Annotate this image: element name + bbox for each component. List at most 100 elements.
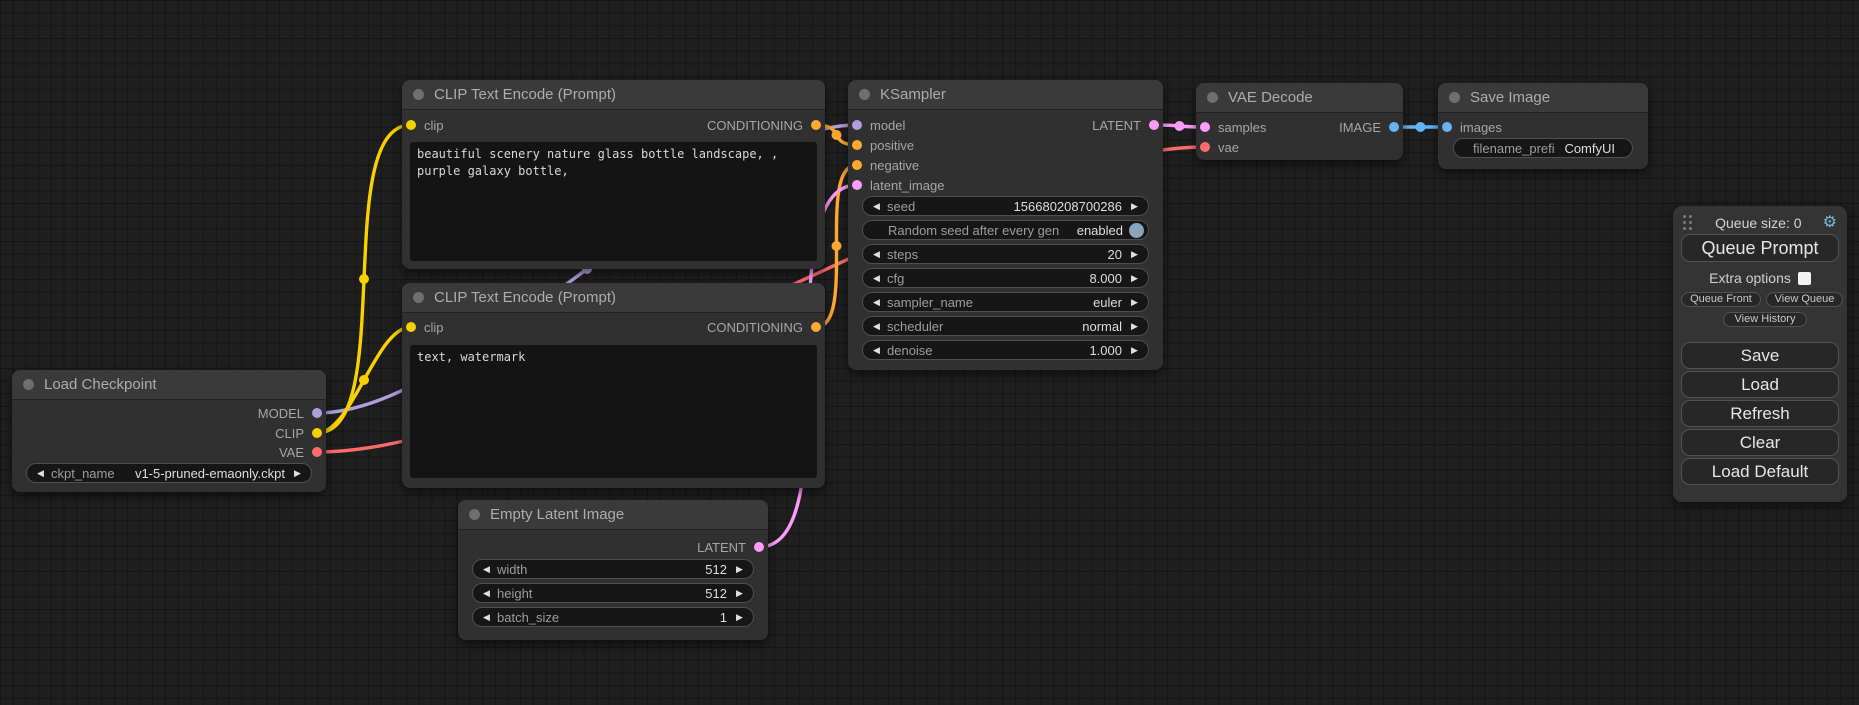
refresh-button[interactable]: Refresh — [1681, 400, 1839, 427]
widget-steps[interactable]: ◀ steps 20 ▶ — [862, 244, 1149, 264]
widget-scheduler[interactable]: ◀ scheduler normal ▶ — [862, 316, 1149, 336]
input-slot-positive: positive — [852, 135, 914, 155]
combo-prev-icon[interactable]: ◀ — [480, 613, 493, 622]
collapse-dot-icon[interactable] — [23, 379, 34, 390]
combo-prev-icon[interactable]: ◀ — [34, 469, 47, 478]
node-empty-latent-image[interactable]: Empty Latent Image LATENT ◀ width 512 ▶ … — [458, 500, 768, 640]
widget-height[interactable]: ◀ height 512 ▶ — [472, 583, 754, 603]
prompt-text-area[interactable]: beautiful scenery nature glass bottle la… — [410, 142, 817, 261]
widget-width[interactable]: ◀ width 512 ▶ — [472, 559, 754, 579]
combo-next-icon[interactable]: ▶ — [1128, 346, 1141, 355]
node-clip-text-encode-positive[interactable]: CLIP Text Encode (Prompt) clip CONDITION… — [402, 80, 825, 269]
node-header[interactable]: Save Image — [1438, 83, 1648, 113]
collapse-dot-icon[interactable] — [469, 509, 480, 520]
combo-prev-icon[interactable]: ◀ — [870, 202, 883, 211]
combo-prev-icon[interactable]: ◀ — [870, 250, 883, 259]
queue-prompt-button[interactable]: Queue Prompt — [1681, 234, 1839, 262]
node-header[interactable]: Empty Latent Image — [458, 500, 768, 530]
node-header[interactable]: Load Checkpoint — [12, 370, 326, 400]
input-dot-images[interactable] — [1442, 122, 1452, 132]
output-slot-conditioning: CONDITIONING — [707, 317, 821, 337]
node-header[interactable]: CLIP Text Encode (Prompt) — [402, 283, 825, 313]
combo-next-icon[interactable]: ▶ — [1128, 202, 1141, 211]
widget-random-seed-toggle[interactable]: Random seed after every gen enabled — [862, 220, 1149, 240]
widget-filename-prefix[interactable]: filename_prefix ComfyUI — [1453, 138, 1633, 158]
output-dot-vae[interactable] — [312, 447, 322, 457]
link-midpoint-dot[interactable] — [832, 130, 842, 140]
input-dot-clip[interactable] — [406, 120, 416, 130]
input-dot-clip[interactable] — [406, 322, 416, 332]
link-midpoint-dot[interactable] — [1416, 122, 1426, 132]
prompt-text-area[interactable]: text, watermark — [410, 345, 817, 478]
queue-panel: Queue size: 0 ⚙ Queue Prompt Extra optio… — [1673, 206, 1847, 502]
widget-label: scheduler — [887, 319, 1072, 334]
collapse-dot-icon[interactable] — [413, 292, 424, 303]
output-dot-model[interactable] — [312, 408, 322, 418]
input-slot-label: samples — [1218, 120, 1266, 135]
settings-gear-icon[interactable]: ⚙ — [1823, 215, 1837, 231]
load-default-button[interactable]: Load Default — [1681, 458, 1839, 485]
queue-front-button[interactable]: Queue Front — [1681, 292, 1761, 307]
output-slot-vae: VAE — [279, 442, 322, 462]
output-slot-label: LATENT — [1092, 118, 1141, 133]
widget-sampler-name[interactable]: ◀ sampler_name euler ▶ — [862, 292, 1149, 312]
combo-next-icon[interactable]: ▶ — [733, 565, 746, 574]
output-dot-clip[interactable] — [312, 428, 322, 438]
link-midpoint-dot[interactable] — [359, 274, 369, 284]
combo-next-icon[interactable]: ▶ — [733, 613, 746, 622]
combo-prev-icon[interactable]: ◀ — [870, 322, 883, 331]
widget-batch-size[interactable]: ◀ batch_size 1 ▶ — [472, 607, 754, 627]
node-header[interactable]: KSampler — [848, 80, 1163, 110]
collapse-dot-icon[interactable] — [1207, 92, 1218, 103]
output-dot-image[interactable] — [1389, 122, 1399, 132]
extra-options-checkbox[interactable] — [1798, 272, 1811, 285]
combo-prev-icon[interactable]: ◀ — [870, 274, 883, 283]
input-dot-negative[interactable] — [852, 160, 862, 170]
combo-next-icon[interactable]: ▶ — [1128, 274, 1141, 283]
node-load-checkpoint[interactable]: Load Checkpoint MODEL CLIP VAE ◀ ckpt_na… — [12, 370, 326, 492]
link-midpoint-dot[interactable] — [359, 375, 369, 385]
clear-button[interactable]: Clear — [1681, 429, 1839, 456]
node-vae-decode[interactable]: VAE Decode samples vae IMAGE — [1196, 83, 1403, 160]
output-dot-latent[interactable] — [754, 542, 764, 552]
input-dot-positive[interactable] — [852, 140, 862, 150]
toggle-dot-icon[interactable] — [1129, 223, 1144, 238]
view-history-button[interactable]: View History — [1723, 312, 1807, 327]
link-midpoint-dot[interactable] — [1175, 121, 1185, 131]
combo-next-icon[interactable]: ▶ — [291, 469, 304, 478]
input-dot-samples[interactable] — [1200, 122, 1210, 132]
combo-next-icon[interactable]: ▶ — [1128, 298, 1141, 307]
collapse-dot-icon[interactable] — [413, 89, 424, 100]
node-ksampler[interactable]: KSampler model positive negative latent_… — [848, 80, 1163, 370]
node-header[interactable]: CLIP Text Encode (Prompt) — [402, 80, 825, 110]
combo-next-icon[interactable]: ▶ — [733, 589, 746, 598]
output-dot-conditioning[interactable] — [811, 322, 821, 332]
save-button[interactable]: Save — [1681, 342, 1839, 369]
input-dot-latent-image[interactable] — [852, 180, 862, 190]
node-clip-text-encode-negative[interactable]: CLIP Text Encode (Prompt) clip CONDITION… — [402, 283, 825, 488]
widget-seed[interactable]: ◀ seed 156680208700286 ▶ — [862, 196, 1149, 216]
input-dot-model[interactable] — [852, 120, 862, 130]
collapse-dot-icon[interactable] — [859, 89, 870, 100]
drag-handle-icon[interactable] — [1683, 215, 1694, 232]
combo-prev-icon[interactable]: ◀ — [870, 346, 883, 355]
collapse-dot-icon[interactable] — [1449, 92, 1460, 103]
comfyui-canvas[interactable]: { "icons": { "combo_prev": "◀", "combo_n… — [0, 0, 1859, 705]
combo-prev-icon[interactable]: ◀ — [480, 589, 493, 598]
widget-cfg[interactable]: ◀ cfg 8.000 ▶ — [862, 268, 1149, 288]
widget-denoise[interactable]: ◀ denoise 1.000 ▶ — [862, 340, 1149, 360]
combo-next-icon[interactable]: ▶ — [1128, 322, 1141, 331]
node-save-image[interactable]: Save Image images filename_prefix ComfyU… — [1438, 83, 1648, 169]
load-button[interactable]: Load — [1681, 371, 1839, 398]
output-dot-conditioning[interactable] — [811, 120, 821, 130]
node-header[interactable]: VAE Decode — [1196, 83, 1403, 113]
input-dot-vae[interactable] — [1200, 142, 1210, 152]
link-midpoint-dot[interactable] — [832, 241, 842, 251]
output-dot-latent[interactable] — [1149, 120, 1159, 130]
output-slot-image: IMAGE — [1339, 117, 1399, 137]
combo-next-icon[interactable]: ▶ — [1128, 250, 1141, 259]
combo-prev-icon[interactable]: ◀ — [870, 298, 883, 307]
combo-prev-icon[interactable]: ◀ — [480, 565, 493, 574]
widget-ckpt-name[interactable]: ◀ ckpt_name v1-5-pruned-emaonly.ckpt ▶ — [26, 463, 312, 483]
view-queue-button[interactable]: View Queue — [1766, 292, 1843, 307]
